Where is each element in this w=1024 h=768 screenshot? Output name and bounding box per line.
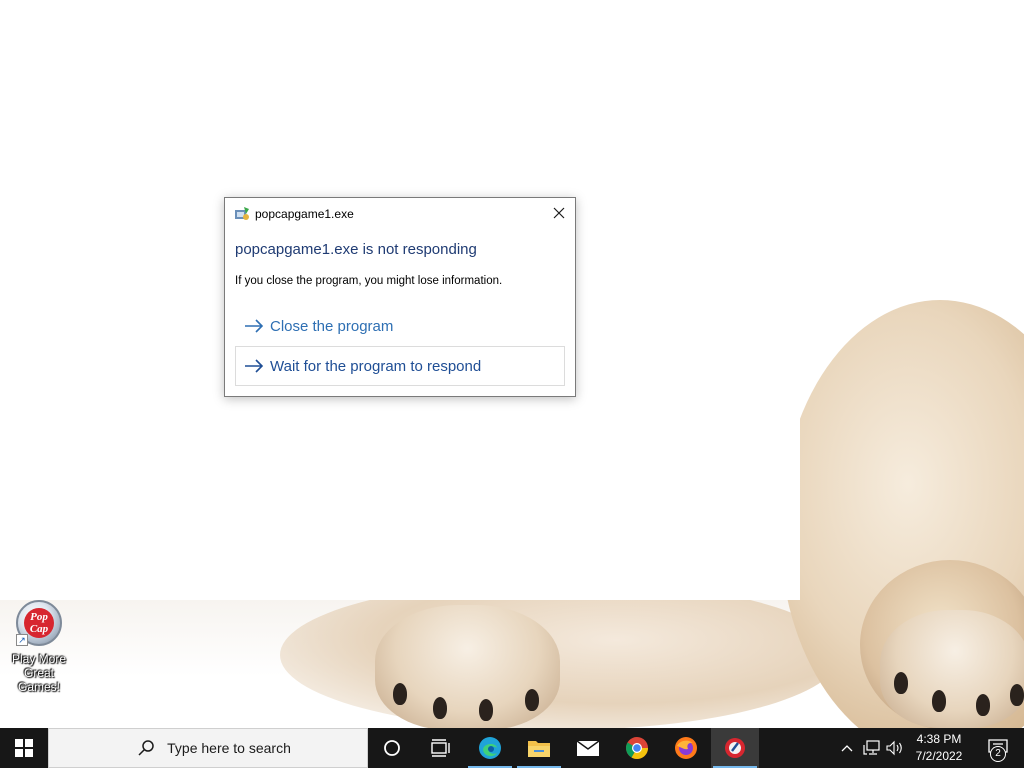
close-program-label: Close the program [270,317,394,335]
mail-icon [576,740,600,756]
wallpaper-dog-paw-left [375,605,560,728]
file-explorer-icon [528,741,550,757]
wallpaper-dog-paw-right [880,610,1024,728]
start-button[interactable] [0,728,48,768]
close-icon [553,207,565,219]
start-icon [15,739,33,757]
taskbar-chrome[interactable] [613,728,661,768]
dialog-info-text: If you close the program, you might lose… [235,275,503,287]
taskbar-popcap-game[interactable] [711,728,759,768]
shortcut-arrow-icon: ↗ [16,634,28,646]
firefox-icon [675,737,697,759]
taskbar-search-box[interactable]: Type here to search [48,728,368,768]
wait-program-option[interactable]: Wait for the program to respond [235,346,565,386]
dialog-heading: popcapgame1.exe is not responding [235,241,477,258]
show-hidden-icons-button[interactable] [836,728,858,768]
chrome-icon [626,737,648,759]
wait-program-label: Wait for the program to respond [270,357,482,375]
popcap-icon: Pop Cap ↗ [16,600,62,646]
search-placeholder: Type here to search [167,740,291,756]
action-center-button[interactable]: 2 [978,728,1018,768]
arrow-right-icon [245,359,264,373]
network-icon [863,740,880,755]
close-program-option[interactable]: Close the program [235,306,565,346]
taskbar-edge[interactable] [466,728,514,768]
popcap-game-icon [725,738,745,758]
edge-icon [479,737,501,759]
taskbar-firefox[interactable] [662,728,710,768]
taskbar: Type here to search 4:38 PM 7/2/2022 2 [0,728,1024,768]
taskbar-file-explorer[interactable] [515,728,563,768]
task-view-icon [431,739,450,757]
chevron-up-icon [841,745,853,752]
volume-button[interactable] [884,728,906,768]
dialog-titlebar[interactable]: popcapgame1.exe [225,198,575,230]
clock-time: 4:38 PM [916,732,962,746]
taskbar-clock[interactable]: 4:38 PM 7/2/2022 [908,728,970,768]
volume-icon [886,740,902,756]
app-icon [235,207,249,220]
task-view-button[interactable] [416,728,464,768]
cortana-icon [384,740,400,756]
arrow-right-icon [245,319,264,333]
search-icon [138,740,154,756]
not-responding-dialog: popcapgame1.exe popcapgame1.exe is not r… [224,197,576,397]
network-button[interactable] [860,728,884,768]
dialog-title: popcapgame1.exe [255,207,354,221]
wallpaper-dog-body [280,580,840,728]
desktop-icon-label: Play More Great Games! [11,652,67,694]
cortana-button[interactable] [368,728,416,768]
taskbar-mail[interactable] [564,728,612,768]
desktop-icon-popcap[interactable]: Pop Cap ↗ Play More Great Games! [2,600,76,694]
close-button[interactable] [543,198,575,228]
notification-count-badge: 2 [990,746,1006,762]
clock-date: 7/2/2022 [915,749,963,763]
